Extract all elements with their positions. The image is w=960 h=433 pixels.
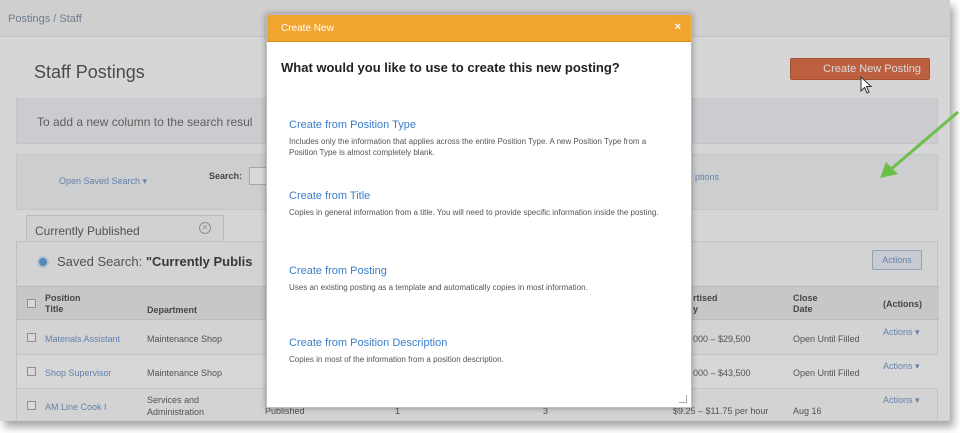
dialog-header: Create New × bbox=[267, 15, 691, 42]
option-position-type: Create from Position Type Includes only … bbox=[289, 119, 669, 158]
option-description: Copies in general information from a tit… bbox=[289, 208, 659, 217]
annotation-arrow-icon bbox=[880, 110, 959, 178]
option-description: Uses an existing posting as a template a… bbox=[289, 283, 588, 292]
create-new-dialog: Create New × What would you like to use … bbox=[266, 14, 692, 408]
dialog-title: Create New bbox=[281, 23, 334, 34]
option-position-description: Create from Position Description Copies … bbox=[289, 337, 669, 365]
option-description: Copies in most of the information from a… bbox=[289, 355, 504, 364]
close-icon[interactable]: × bbox=[675, 21, 681, 33]
create-from-title-link[interactable]: Create from Title bbox=[289, 190, 669, 202]
mouse-pointer-icon bbox=[860, 76, 873, 94]
create-from-position-description-link[interactable]: Create from Position Description bbox=[289, 337, 669, 349]
resize-handle-icon[interactable] bbox=[679, 395, 687, 403]
option-posting: Create from Posting Uses an existing pos… bbox=[289, 265, 669, 293]
create-from-position-type-link[interactable]: Create from Position Type bbox=[289, 119, 669, 131]
dialog-question: What would you like to use to create thi… bbox=[281, 60, 620, 75]
option-description: Includes only the information that appli… bbox=[289, 137, 647, 157]
option-title: Create from Title Copies in general info… bbox=[289, 190, 669, 218]
create-from-posting-link[interactable]: Create from Posting bbox=[289, 265, 669, 277]
